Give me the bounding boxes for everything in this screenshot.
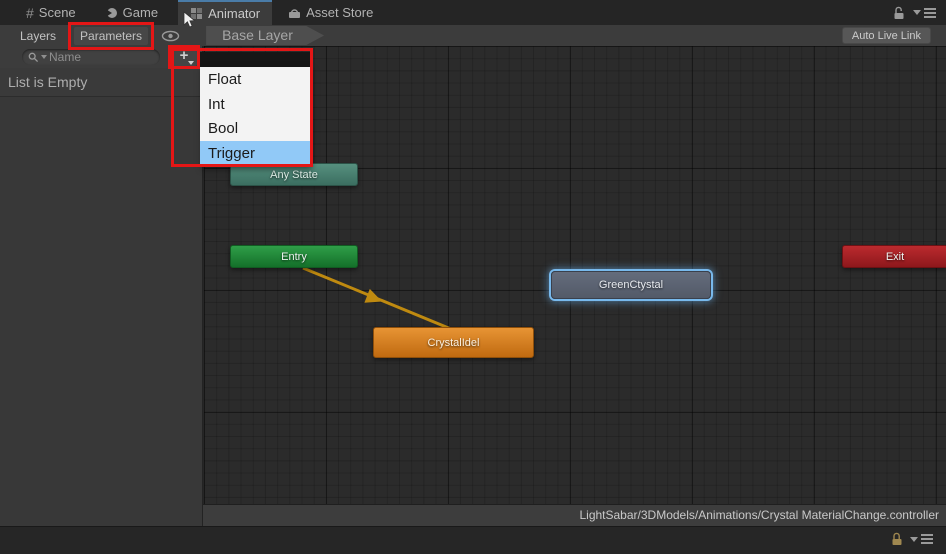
breadcrumb-base-layer[interactable]: Base Layer	[206, 26, 325, 45]
empty-list-label: List is Empty	[0, 68, 202, 97]
menu-item-float[interactable]: Float	[200, 67, 310, 92]
bottom-panel-strip	[0, 526, 946, 554]
node-greenctystal[interactable]: GreenCtystal	[551, 271, 711, 299]
auto-live-link-button[interactable]: Auto Live Link	[841, 27, 931, 44]
grid-icon: #	[26, 4, 34, 21]
tab-animator[interactable]: Animator	[178, 0, 273, 25]
animator-window: # Scene Game Animator Asset Store Layers…	[0, 0, 946, 554]
unlock-icon[interactable]	[893, 6, 905, 20]
tab-label: Scene	[38, 5, 76, 20]
node-crystalidel[interactable]: CrystalIdel	[373, 327, 534, 358]
tab-scene[interactable]: # Scene	[14, 0, 88, 25]
parameters-panel: + List is Empty	[0, 45, 203, 526]
parameter-search-row: +	[0, 45, 202, 69]
animator-icon	[191, 8, 203, 19]
search-filter-caret-icon	[41, 55, 47, 59]
lock-icon[interactable]	[891, 532, 903, 546]
status-bar: LightSabar/3DModels/Animations/Crystal M…	[203, 504, 946, 526]
add-parameter-button[interactable]: +	[168, 45, 200, 69]
node-entry[interactable]: Entry	[230, 245, 358, 268]
tab-parameters[interactable]: Parameters	[68, 21, 155, 50]
tab-label: Asset Store	[306, 5, 374, 20]
menu-item-trigger[interactable]: Trigger	[200, 141, 310, 166]
tab-label: Animator	[208, 6, 261, 21]
caret-down-icon	[188, 61, 194, 65]
dropdown-shadow-strip	[200, 52, 310, 67]
add-parameter-menu: Float Int Bool Trigger	[200, 67, 310, 166]
tab-layers[interactable]: Layers	[20, 29, 56, 43]
node-any-state[interactable]: Any State	[230, 163, 358, 186]
menu-icon[interactable]	[913, 7, 936, 18]
node-exit[interactable]: Exit	[842, 245, 946, 268]
search-input[interactable]	[49, 50, 149, 64]
search-field[interactable]	[22, 49, 160, 65]
search-icon	[28, 52, 39, 62]
graph-canvas[interactable]: Any State Entry Exit GreenCtystal Crysta…	[204, 46, 946, 504]
asset-path: LightSabar/3DModels/Animations/Crystal M…	[579, 508, 939, 522]
menu-item-bool[interactable]: Bool	[200, 117, 310, 142]
animator-toolbar: Layers Parameters Base Layer Auto Live L…	[0, 21, 946, 50]
tab-bar: # Scene Game Animator Asset Store	[0, 0, 946, 25]
bag-icon	[289, 8, 301, 18]
menu-icon-bottom[interactable]	[910, 534, 933, 544]
tab-label: Game	[122, 5, 159, 20]
tab-asset-store[interactable]: Asset Store	[276, 0, 385, 25]
tab-game[interactable]: Game	[94, 0, 170, 25]
menu-item-int[interactable]: Int	[200, 92, 310, 117]
pacman-icon	[105, 7, 117, 18]
eye-icon[interactable]	[161, 30, 180, 42]
